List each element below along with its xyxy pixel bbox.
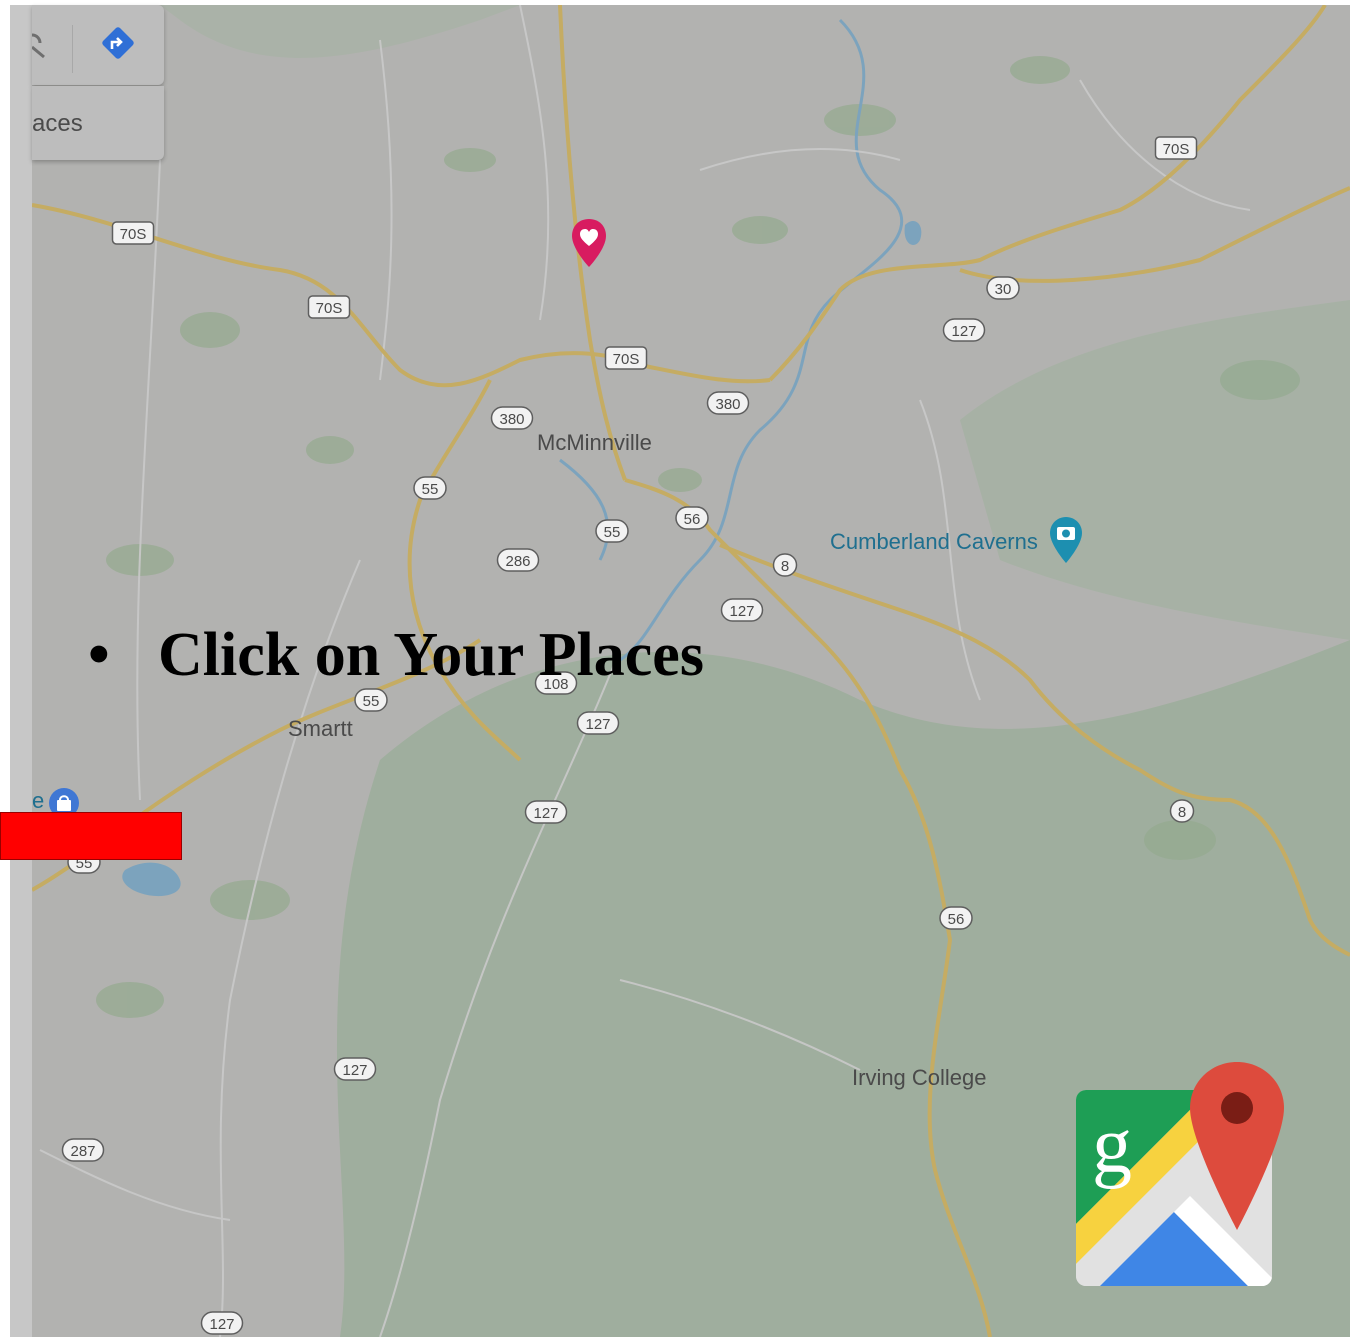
directions-icon[interactable] (100, 25, 136, 61)
poi-label-cumberland-caverns[interactable]: Cumberland Caverns (830, 529, 1038, 555)
search-icon[interactable] (32, 33, 46, 59)
slide-bullet: • Click on Your Places (88, 620, 704, 691)
city-label-irving-college: Irving College (852, 1065, 987, 1090)
bullet-dot: • (88, 621, 110, 689)
your-places-label[interactable]: aces (32, 110, 83, 138)
camera-poi-icon[interactable] (1050, 517, 1082, 565)
svg-text:g: g (1092, 1102, 1132, 1190)
red-highlight-bar (0, 812, 182, 860)
left-margin (0, 0, 10, 1337)
city-label-smartt: Smartt (288, 716, 353, 741)
city-label-mcminnville: McMinnville (537, 430, 652, 455)
heart-pin-icon[interactable] (572, 219, 606, 267)
search-box[interactable] (32, 5, 164, 85)
poi-label-partial: e (32, 788, 45, 813)
slide-instruction-text: Click on Your Places (158, 621, 704, 689)
search-divider (72, 25, 73, 73)
your-places-panel[interactable]: aces (32, 86, 164, 160)
google-maps-logo-icon: g (1076, 1062, 1284, 1286)
top-edge (0, 0, 1350, 5)
left-panel-edge (10, 5, 32, 1337)
